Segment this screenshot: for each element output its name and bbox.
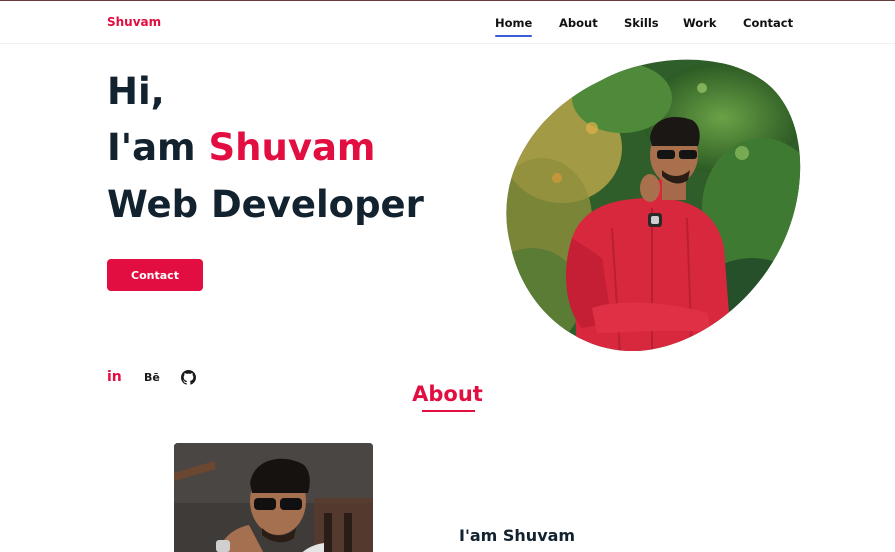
about-subtitle: I'am Shuvam	[459, 526, 576, 545]
nav-work[interactable]: Work	[683, 16, 717, 30]
about-photo	[174, 443, 373, 552]
nav-skills[interactable]: Skills	[624, 16, 659, 30]
nav-home[interactable]: Home	[495, 16, 533, 37]
nav-contact[interactable]: Contact	[743, 16, 793, 30]
nav-about[interactable]: About	[559, 16, 598, 30]
contact-button[interactable]: Contact	[107, 259, 203, 291]
main-nav: Home About Skills Work Contact	[0, 16, 895, 40]
site-header: Shuvam Home About Skills Work Contact	[0, 1, 895, 44]
hero-intro-name: Shuvam	[208, 126, 376, 169]
hero-profile-photo	[506, 59, 801, 352]
about-section-title: About	[412, 382, 483, 406]
hero-role: Web Developer	[107, 183, 424, 226]
about-title-underline	[422, 410, 475, 412]
hero-intro-prefix: I'am	[107, 126, 209, 169]
hero-greeting: Hi,	[107, 70, 165, 113]
hero-intro: I'am Shuvam	[107, 129, 375, 166]
